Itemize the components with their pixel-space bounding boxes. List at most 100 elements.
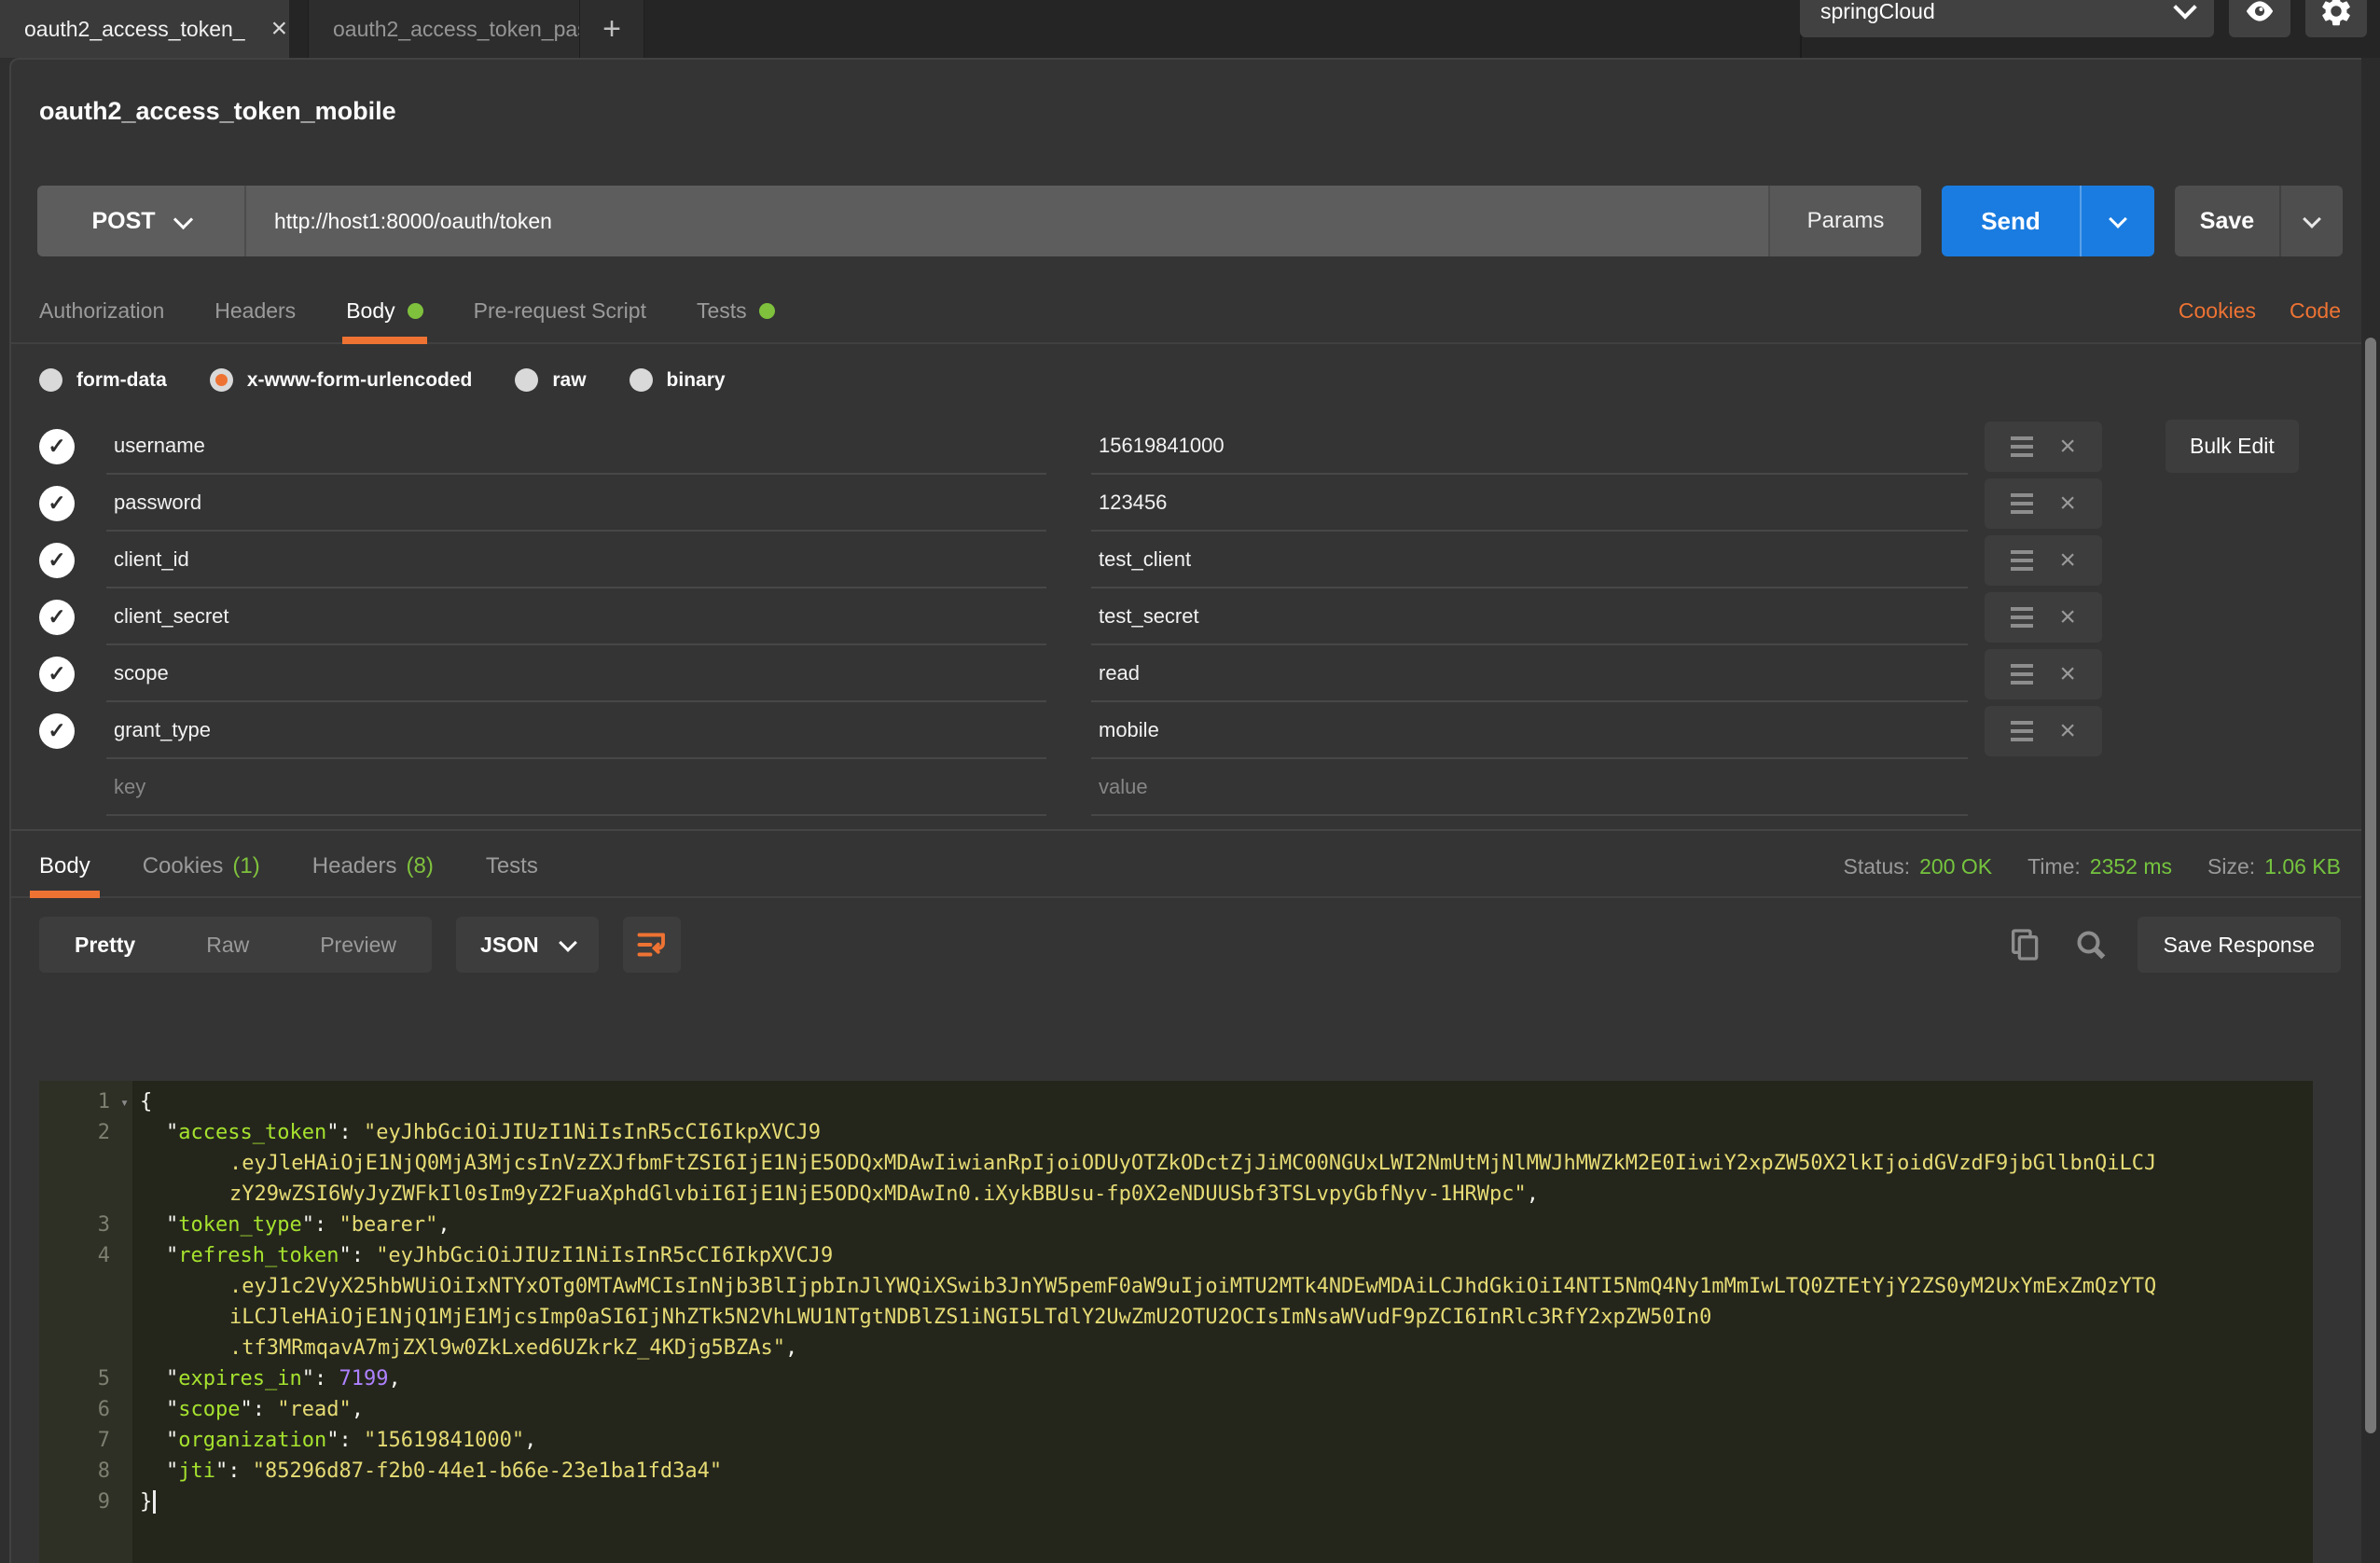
- value-input[interactable]: test_secret: [1091, 588, 1968, 645]
- delete-row-icon[interactable]: ×: [2059, 603, 2076, 631]
- line-number: 2: [39, 1117, 132, 1148]
- row-checkbox-cell: ✓: [39, 486, 106, 521]
- request-panel: oauth2_access_token_mobile POST http://h…: [9, 58, 2371, 1563]
- request-tab-pre-request-script[interactable]: Pre-request Script: [474, 298, 646, 342]
- body-mode-raw[interactable]: raw: [515, 368, 586, 392]
- code-line: 2"access_token": "eyJhbGciOiJIUzI1NiIsIn…: [39, 1117, 2313, 1148]
- radio-icon[interactable]: [630, 368, 653, 392]
- response-format-selector[interactable]: JSON: [456, 917, 599, 973]
- environment-selector[interactable]: springCloud: [1800, 0, 2214, 37]
- scrollbar-thumb[interactable]: [2365, 338, 2376, 1433]
- drag-handle-icon[interactable]: [2011, 550, 2033, 571]
- response-tab-cookies[interactable]: Cookies(1): [143, 853, 260, 896]
- drag-handle-icon[interactable]: [2011, 664, 2033, 685]
- search-icon[interactable]: [2072, 926, 2110, 963]
- environment-quick-look-button[interactable]: [2229, 0, 2290, 37]
- method-selector[interactable]: POST: [37, 186, 246, 256]
- response-format-label: JSON: [480, 933, 539, 958]
- delete-row-icon[interactable]: ×: [2059, 546, 2076, 574]
- key-input-placeholder[interactable]: key: [106, 759, 1046, 816]
- delete-row-icon[interactable]: ×: [2059, 433, 2076, 461]
- fold-caret-icon[interactable]: ▾: [120, 1087, 129, 1118]
- view-mode-preview[interactable]: Preview: [284, 933, 432, 958]
- params-button[interactable]: Params: [1768, 186, 1921, 256]
- token: ": [166, 1244, 178, 1267]
- checkbox-checked-icon[interactable]: ✓: [39, 600, 75, 635]
- cookies-link[interactable]: Cookies: [2179, 298, 2256, 324]
- code-link[interactable]: Code: [2290, 298, 2341, 324]
- request-name-title: oauth2_access_token_mobile: [11, 60, 2369, 152]
- view-mode-raw[interactable]: Raw: [171, 933, 284, 958]
- code-line: .eyJ1c2VyX25hbWUiOiIxNTYxOTg0MTAwMCIsInN…: [39, 1271, 2313, 1302]
- drag-handle-icon[interactable]: [2011, 607, 2033, 628]
- radio-icon[interactable]: [515, 368, 538, 392]
- new-tab-button[interactable]: +: [580, 0, 644, 58]
- response-tab-body[interactable]: Body: [39, 853, 90, 896]
- send-options-button[interactable]: [2080, 186, 2154, 256]
- value-input[interactable]: 15619841000: [1091, 418, 1968, 475]
- request-tab-headers[interactable]: Headers: [214, 298, 296, 342]
- code-text: iLCJleHAiOjE1NjQ1MjE1MjcsImp0aSI6IjNhZTk…: [132, 1302, 1711, 1333]
- body-mode-label: raw: [552, 369, 586, 392]
- request-tab-authorization[interactable]: Authorization: [39, 298, 164, 342]
- key-input[interactable]: username: [106, 418, 1046, 475]
- token: :: [253, 1398, 278, 1421]
- copy-icon[interactable]: [2007, 926, 2044, 963]
- request-tab-tests[interactable]: Tests: [697, 298, 775, 342]
- view-mode-pretty[interactable]: Pretty: [39, 933, 171, 958]
- checkbox-checked-icon[interactable]: ✓: [39, 713, 75, 749]
- key-input[interactable]: client_secret: [106, 588, 1046, 645]
- request-tab-body[interactable]: Body: [346, 298, 422, 342]
- scrollbar-track[interactable]: [2361, 58, 2380, 1563]
- response-tab-tests[interactable]: Tests: [486, 853, 538, 896]
- value-input[interactable]: mobile: [1091, 702, 1968, 759]
- response-tab-headers[interactable]: Headers(8): [312, 853, 434, 896]
- value-input[interactable]: 123456: [1091, 475, 1968, 532]
- tab-label: Tests: [486, 853, 538, 879]
- body-mode-binary[interactable]: binary: [630, 368, 726, 392]
- token: "bearer": [339, 1213, 437, 1237]
- open-request-tab-active[interactable]: oauth2_access_token_ ×: [0, 0, 289, 58]
- save-button[interactable]: Save: [2175, 186, 2279, 256]
- drag-handle-icon[interactable]: [2011, 493, 2033, 514]
- url-input[interactable]: http://host1:8000/oauth/token: [246, 186, 1768, 256]
- key-input[interactable]: client_id: [106, 532, 1046, 588]
- drag-handle-icon[interactable]: [2011, 436, 2033, 457]
- send-button[interactable]: Send: [1942, 186, 2080, 256]
- token: ": [339, 1244, 351, 1267]
- drag-handle-icon[interactable]: [2011, 721, 2033, 741]
- body-mode-x-www-form-urlencoded[interactable]: x-www-form-urlencoded: [210, 368, 473, 392]
- checkbox-checked-icon[interactable]: ✓: [39, 486, 75, 521]
- value-input[interactable]: test_client: [1091, 532, 1968, 588]
- open-request-tab-inactive[interactable]: oauth2_access_token_passv: [308, 0, 580, 58]
- token: .eyJleHAiOjE1NjQ0MjA3MjcsInVzZXJfbmFtZSI…: [229, 1152, 2156, 1175]
- delete-row-icon[interactable]: ×: [2059, 660, 2076, 688]
- delete-row-icon[interactable]: ×: [2059, 717, 2076, 745]
- radio-icon[interactable]: [210, 368, 233, 392]
- value-input-placeholder[interactable]: value: [1091, 759, 1968, 816]
- token: ": [215, 1459, 228, 1483]
- response-body-editor[interactable]: 1▾{2"access_token": "eyJhbGciOiJIUzI1NiI…: [39, 1081, 2313, 1563]
- save-options-button[interactable]: [2279, 186, 2343, 256]
- token: token_type: [178, 1213, 301, 1237]
- key-input[interactable]: scope: [106, 645, 1046, 702]
- green-dot-icon: [759, 303, 775, 319]
- delete-row-icon[interactable]: ×: [2059, 490, 2076, 518]
- body-mode-form-data[interactable]: form-data: [39, 368, 167, 392]
- close-tab-icon[interactable]: ×: [271, 15, 288, 43]
- checkbox-checked-icon[interactable]: ✓: [39, 543, 75, 578]
- token: :: [314, 1367, 339, 1390]
- token: ": [302, 1213, 314, 1237]
- wrap-text-button[interactable]: [623, 917, 681, 973]
- checkbox-checked-icon[interactable]: ✓: [39, 429, 75, 464]
- bulk-edit-button[interactable]: Bulk Edit: [2166, 420, 2299, 473]
- key-input[interactable]: password: [106, 475, 1046, 532]
- value-input[interactable]: read: [1091, 645, 1968, 702]
- radio-icon[interactable]: [39, 368, 62, 392]
- checkbox-checked-icon[interactable]: ✓: [39, 657, 75, 692]
- settings-button[interactable]: [2305, 0, 2367, 37]
- save-response-button[interactable]: Save Response: [2138, 917, 2341, 973]
- code-text: "organization": "15619841000",: [132, 1425, 536, 1456]
- gear-icon: [2318, 0, 2354, 29]
- key-input[interactable]: grant_type: [106, 702, 1046, 759]
